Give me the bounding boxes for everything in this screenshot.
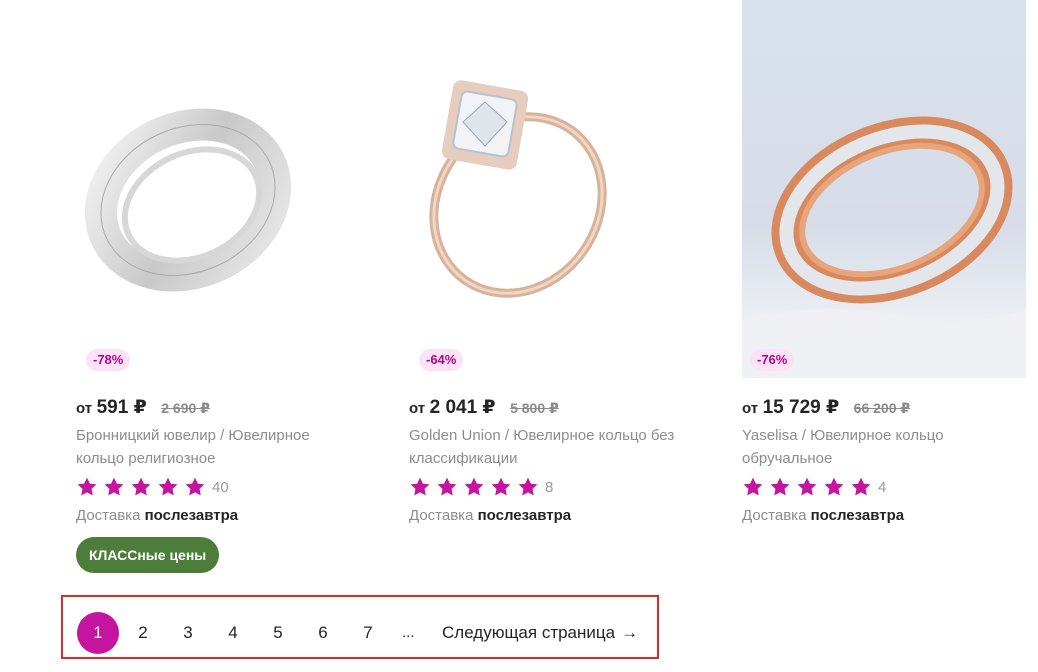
delivery-info: Доставка послезавтра xyxy=(76,507,238,524)
price-from-label: от xyxy=(409,400,426,417)
rating: 8 xyxy=(409,476,553,498)
price-from-label: от xyxy=(742,400,759,417)
star-icon xyxy=(437,477,457,496)
star-icon xyxy=(851,477,871,496)
price-row: от 2 041 ₽ 5 800 ₽ xyxy=(409,396,559,419)
delivery-date: послезавтра xyxy=(477,507,572,524)
star-icon xyxy=(518,477,538,496)
reviews-count[interactable]: 8 xyxy=(545,479,553,496)
page-7-button[interactable]: 7 xyxy=(347,612,389,654)
star-rating xyxy=(742,476,877,498)
discount-badge: -78% xyxy=(86,349,131,371)
delivery-label: Доставка xyxy=(409,507,474,524)
product-image-wedding-band[interactable] xyxy=(742,0,1026,378)
star-rating xyxy=(76,476,211,498)
product-title[interactable]: Yaselisa / Ювелирное кольцо обручальное xyxy=(742,424,1012,470)
star-icon xyxy=(158,477,178,496)
discount-badge: -64% xyxy=(419,349,464,371)
pagination: 1 2 3 4 5 6 7 ... Следующая страница → xyxy=(61,595,659,659)
star-icon xyxy=(185,477,205,496)
reviews-count[interactable]: 40 xyxy=(212,479,229,496)
price-row: от 15 729 ₽ 66 200 ₽ xyxy=(742,396,910,419)
price-from-label: от xyxy=(76,400,93,417)
next-page-link[interactable]: Следующая страница → xyxy=(442,612,638,654)
delivery-info: Доставка послезавтра xyxy=(409,507,571,524)
rating: 40 xyxy=(76,476,229,498)
old-price: 66 200 ₽ xyxy=(853,400,911,416)
current-price: 15 729 ₽ xyxy=(762,397,840,418)
star-icon xyxy=(797,477,817,496)
page-6-button[interactable]: 6 xyxy=(302,612,344,654)
delivery-label: Доставка xyxy=(742,507,807,524)
arrow-right-icon: → xyxy=(621,623,639,642)
product-title[interactable]: Golden Union / Ювелирное кольцо без клас… xyxy=(409,424,679,470)
star-icon xyxy=(770,477,790,496)
star-icon xyxy=(743,477,763,496)
star-icon xyxy=(410,477,430,496)
delivery-date: послезавтра xyxy=(144,507,239,524)
page-1-button[interactable]: 1 xyxy=(77,612,119,654)
star-icon xyxy=(104,477,124,496)
discount-badge: -76% xyxy=(750,349,795,371)
current-price: 591 ₽ xyxy=(96,397,147,418)
star-icon xyxy=(824,477,844,496)
next-page-label: Следующая страница xyxy=(442,623,616,642)
page-5-button[interactable]: 5 xyxy=(257,612,299,654)
delivery-label: Доставка xyxy=(76,507,141,524)
price-row: от 591 ₽ 2 690 ₽ xyxy=(76,396,210,419)
reviews-count[interactable]: 4 xyxy=(878,479,886,496)
product-image-silver-ring[interactable] xyxy=(42,0,326,378)
product-title[interactable]: Бронницкий ювелир / Ювелирное кольцо рел… xyxy=(76,424,346,470)
page-2-button[interactable]: 2 xyxy=(122,612,164,654)
pagination-ellipsis: ... xyxy=(402,624,415,641)
old-price: 2 690 ₽ xyxy=(161,400,210,416)
current-price: 2 041 ₽ xyxy=(429,397,496,418)
page-3-button[interactable]: 3 xyxy=(167,612,209,654)
star-icon xyxy=(491,477,511,496)
delivery-info: Доставка послезавтра xyxy=(742,507,904,524)
star-icon xyxy=(77,477,97,496)
product-image-gold-diamond-ring[interactable] xyxy=(375,0,659,378)
star-icon xyxy=(131,477,151,496)
rating: 4 xyxy=(742,476,886,498)
delivery-date: послезавтра xyxy=(810,507,905,524)
star-icon xyxy=(464,477,484,496)
old-price: 5 800 ₽ xyxy=(510,400,559,416)
promo-badge[interactable]: КЛАССные цены xyxy=(76,537,220,573)
star-rating xyxy=(409,476,544,498)
page-4-button[interactable]: 4 xyxy=(212,612,254,654)
